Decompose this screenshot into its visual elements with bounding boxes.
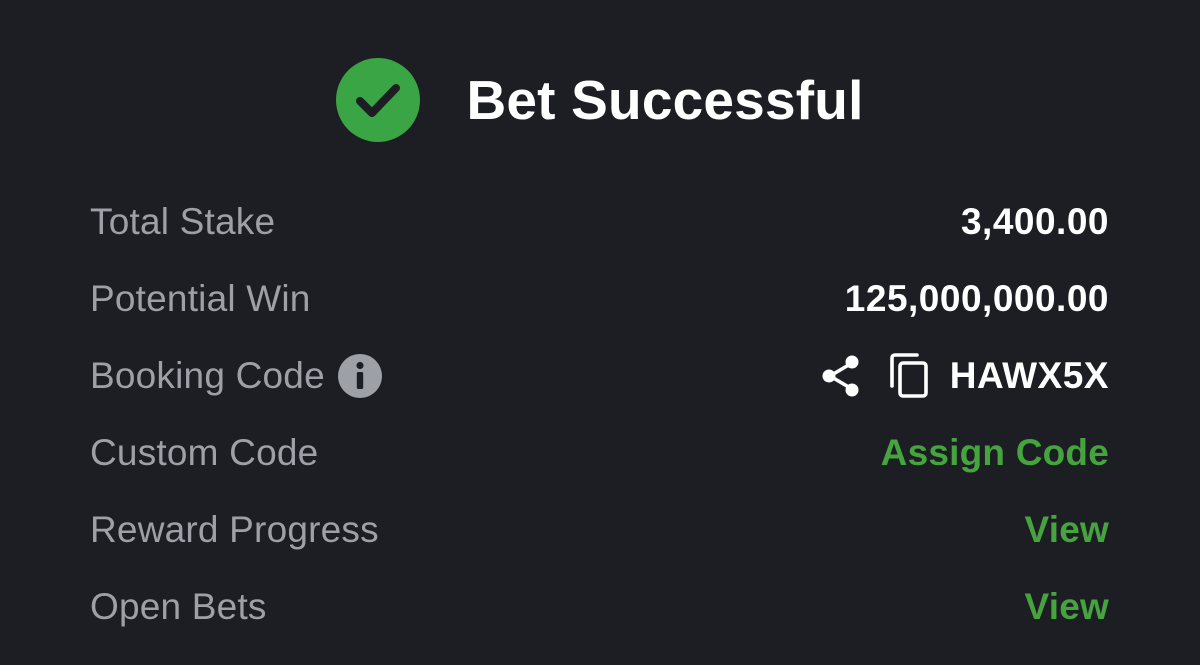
potential-win-value: 125,000,000.00 xyxy=(844,277,1109,319)
custom-code-label: Custom Code xyxy=(90,431,319,473)
total-stake-label: Total Stake xyxy=(90,200,276,242)
open-bets-view-link[interactable]: View xyxy=(1025,586,1109,628)
bet-summary: Total Stake 3,400.00 Potential Win 125,0… xyxy=(90,183,1109,645)
success-header: Bet Successful xyxy=(0,55,1200,145)
info-icon[interactable] xyxy=(337,353,383,399)
check-circle-icon xyxy=(336,58,421,142)
booking-code-actions: HAWX5X xyxy=(820,352,1109,399)
total-stake-value: 3,400.00 xyxy=(960,200,1109,242)
assign-code-link[interactable]: Assign Code xyxy=(881,432,1109,474)
reward-progress-view-link[interactable]: View xyxy=(1025,509,1109,551)
open-bets-row: Open Bets View xyxy=(90,568,1109,645)
open-bets-label: Open Bets xyxy=(90,585,267,627)
booking-code-row: Booking Code HAWX5X xyxy=(90,337,1109,414)
potential-win-row: Potential Win 125,000,000.00 xyxy=(90,260,1109,337)
page-title: Bet Successful xyxy=(466,69,864,131)
booking-code-label: Booking Code xyxy=(90,354,325,396)
potential-win-label: Potential Win xyxy=(90,277,311,319)
share-icon[interactable] xyxy=(820,354,862,398)
reward-progress-label: Reward Progress xyxy=(90,508,379,550)
copy-icon[interactable] xyxy=(888,352,930,399)
booking-code-value[interactable]: HAWX5X xyxy=(950,355,1109,397)
booking-code-label-group: Booking Code xyxy=(90,353,383,399)
total-stake-row: Total Stake 3,400.00 xyxy=(90,183,1109,260)
reward-progress-row: Reward Progress View xyxy=(90,491,1109,568)
custom-code-row: Custom Code Assign Code xyxy=(90,414,1109,491)
